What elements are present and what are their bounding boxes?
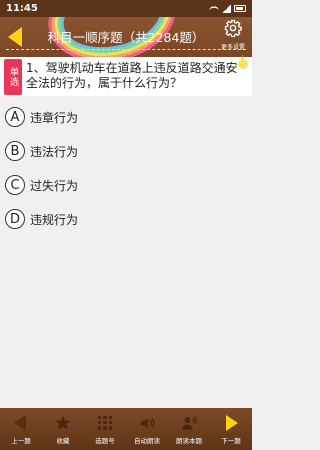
status-icons — [209, 4, 246, 13]
speaker-icon — [141, 417, 155, 428]
battery-icon — [234, 5, 246, 12]
option-c-letter: C — [5, 175, 25, 195]
person-speak-icon — [182, 415, 197, 430]
wifi-icon — [209, 5, 219, 13]
read-question-button[interactable]: 朗读本题 — [168, 408, 210, 450]
bottom-nav: 上一题 收藏 选题号 自动朗读 朗读本题 下一题 — [0, 408, 252, 450]
app-header: 科目一顺序题（共2284题） 更多设置 — [0, 17, 252, 57]
option-d-letter: D — [5, 209, 25, 229]
option-a-letter: A — [5, 107, 25, 127]
option-b[interactable]: B 违法行为 — [0, 134, 252, 168]
next-arrow-icon — [222, 414, 240, 432]
favorite-label: 收藏 — [56, 436, 70, 445]
gear-icon — [224, 19, 242, 38]
option-a[interactable]: A 违章行为 — [0, 100, 252, 134]
back-button[interactable] — [8, 27, 24, 47]
auto-read-label: 自动朗读 — [134, 436, 160, 445]
option-c[interactable]: C 过失行为 — [0, 168, 252, 202]
option-d[interactable]: D 违规行为 — [0, 202, 252, 236]
option-d-text: 违规行为 — [30, 212, 79, 227]
prev-label: 上一题 — [11, 436, 31, 445]
more-settings-button[interactable]: 更多设置 — [218, 19, 248, 51]
question-card: 单选 1、驾驶机动车在道路上违反道路交通安全法的行为，属于什么行为？ — [0, 57, 252, 96]
question-type-badge: 单选 — [4, 59, 22, 95]
dashed-divider — [6, 49, 246, 50]
status-time: 11:45 — [6, 3, 38, 14]
grid-icon — [96, 414, 114, 432]
option-a-text: 违章行为 — [30, 110, 79, 125]
page-title: 科目一顺序题（共2284题） — [47, 30, 205, 45]
option-b-text: 违法行为 — [30, 144, 79, 159]
prev-question-button[interactable]: 上一题 — [0, 408, 42, 450]
star-icon — [55, 415, 71, 430]
question-type-label: 单选 — [8, 67, 18, 87]
favorite-button[interactable]: 收藏 — [42, 408, 84, 450]
auto-read-button[interactable]: 自动朗读 — [126, 408, 168, 450]
select-question-button[interactable]: 选题号 — [84, 408, 126, 450]
select-label: 选题号 — [95, 436, 115, 445]
lightbulb-icon — [238, 55, 248, 69]
question-text: 1、驾驶机动车在道路上违反道路交通安全法的行为，属于什么行为？ — [26, 61, 238, 90]
option-c-text: 过失行为 — [30, 178, 79, 193]
option-b-letter: B — [5, 141, 25, 161]
next-question-button[interactable]: 下一题 — [210, 408, 252, 450]
status-bar: 11:45 — [0, 0, 252, 17]
prev-arrow-icon — [12, 414, 30, 432]
next-label: 下一题 — [221, 436, 241, 445]
read-label: 朗读本题 — [176, 436, 202, 445]
signal-icon — [222, 4, 231, 13]
